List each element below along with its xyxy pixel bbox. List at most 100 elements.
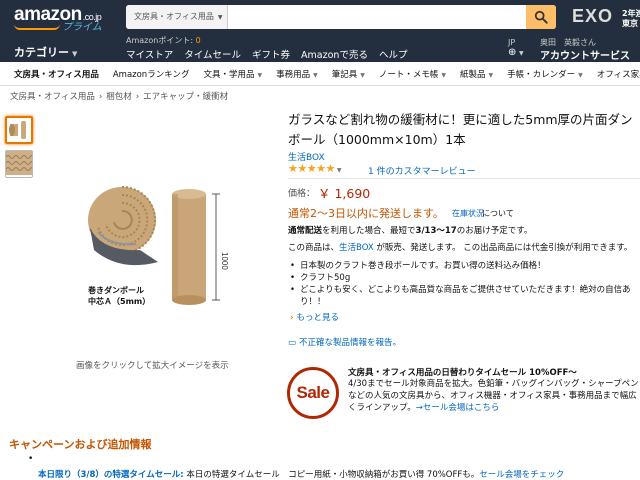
sale-description: 4/30までセール対象商品を拡大。色鉛筆・バッグインバッグ・シャープペンなどの人…	[348, 378, 640, 414]
subnav-label: 文具・学用品	[203, 69, 255, 80]
campaign-link[interactable]: セール会場をチェック	[479, 470, 564, 480]
campaign-heading: キャンペーンおよび追加情報	[9, 438, 152, 451]
breadcrumb: 文房具・オフィス用品 › 梱包材 › エアキャップ・緩衝材	[10, 90, 228, 102]
promo-line-2: 東京ドー	[622, 19, 640, 28]
sold-by-text: この商品は、	[288, 243, 340, 253]
nav-link-help[interactable]: ヘルプ	[379, 47, 408, 61]
account-services-label: アカウントサービス	[540, 51, 630, 62]
sold-by-text: が販売、発送します。 この出品商品には代金引換が利用できます。	[373, 243, 633, 253]
points-display[interactable]: Amazonポイント: 0	[126, 35, 201, 46]
chevron-down-icon: ▼	[336, 167, 342, 174]
delivery-estimate: 通常配送を利用した場合、最短で3/13～17のお届け予定です。	[288, 224, 532, 236]
chevron-down-icon: ▼	[519, 50, 524, 57]
price-label: 価格：	[288, 189, 316, 199]
image-caption: 巻きダンボール 中芯Ａ（5mm）	[88, 285, 150, 307]
search-category-label: 文房具・オフィス用品	[134, 12, 214, 21]
delivery-dates: 3/13～17	[415, 226, 457, 236]
subnav-label: 筆記具	[331, 69, 358, 80]
search-input[interactable]	[228, 5, 526, 29]
availability-status: 通常2～3日以内に発送します。	[288, 207, 444, 220]
category-menu-label: カテゴリー	[14, 46, 69, 59]
nav-link-sell[interactable]: Amazonで売る	[301, 47, 368, 61]
chevron-down-icon: ▼	[488, 71, 494, 79]
breadcrumb-item[interactable]: 文房具・オフィス用品	[10, 92, 95, 102]
feature-bullets: 日本製のクラフト巻き段ボールです。お買い得の送料込み価格！ クラフト50g どこ…	[290, 260, 640, 308]
subnav-item-furniture[interactable]: オフィス家具▼	[597, 68, 640, 80]
logo-smile-icon	[14, 24, 60, 30]
delivery-method: 通常配送	[288, 226, 323, 236]
prime-label: プライム	[62, 22, 102, 33]
subnav-label: 手帳・カレンダー	[507, 69, 576, 80]
subnav-item-office[interactable]: 事務用品 ▼	[276, 68, 318, 80]
subnav-item-planners[interactable]: 手帳・カレンダー ▼	[507, 68, 583, 80]
product-thumbnail[interactable]	[5, 150, 35, 178]
product-title: ガラスなど割れ物の緩衝材に！更に適した5mm厚の片面ダンボール（1000mm×1…	[288, 112, 633, 147]
breadcrumb-separator: ›	[135, 92, 140, 102]
subnav-label: 事務用品	[276, 69, 311, 80]
chevron-right-icon: ›	[290, 313, 294, 323]
promo-banner[interactable]: EXO 2年連続 東京ドー	[572, 4, 640, 32]
availability-tail: について	[482, 209, 514, 218]
points-value: 0	[195, 36, 201, 45]
image-zoom-hint: 画像をクリックして拡大イメージを表示	[76, 361, 229, 371]
image-caption-line: 中芯Ａ（5mm）	[88, 297, 151, 306]
chevron-down-icon: ▼	[72, 50, 78, 58]
subnav-item-notebooks[interactable]: ノート・メモ帳 ▼	[379, 68, 446, 80]
sale-badge-text: Sale	[296, 383, 330, 402]
price-value: ￥ 1,690	[318, 186, 371, 201]
feature-bullet: クラフト50g	[290, 272, 640, 284]
review-count-link[interactable]: 1 件のカスタマーレビュー	[368, 164, 476, 177]
subnav-item-paper[interactable]: 紙製品 ▼	[460, 68, 493, 80]
subnav-label: オフィス家具	[596, 69, 640, 80]
subnav-label: 紙製品	[460, 69, 486, 80]
chevron-down-icon: ▼	[360, 71, 365, 79]
promo-logo: EXO	[572, 6, 614, 26]
seller-link[interactable]: 生活BOX	[339, 243, 374, 253]
roll-thumbnail-image	[9, 121, 26, 139]
campaign-text: 本日の特選タイムセール コピー用紙・小物収納箱がお買い得 70%OFFも。	[183, 470, 480, 480]
category-subnav: 文房具・オフィス用品 Amazonランキング 文具・学用品 ▼ 事務用品 ▼ 筆記具…	[0, 62, 640, 86]
category-menu-button[interactable]: カテゴリー ▼	[14, 44, 77, 60]
report-link[interactable]: ▭ 不正確な製品情報を報告。	[288, 336, 401, 348]
search-bar: 文房具・オフィス用品 ▼	[126, 5, 556, 29]
stock-status-link[interactable]: 在庫状況	[452, 208, 484, 219]
feature-bullet: 日本製のクラフト巻き段ボールです。お買い得の送料込み価格！	[290, 260, 640, 272]
product-thumbnail[interactable]	[5, 116, 33, 144]
subnav-item-pens[interactable]: 筆記具 ▼	[332, 68, 365, 80]
rating-stars[interactable]: ★★★★★ ▼	[288, 162, 341, 175]
nav-link-mystore[interactable]: マイストア	[126, 47, 173, 61]
nav-link-timesale[interactable]: タイムセール	[184, 47, 241, 61]
image-caption-line: 巻きダンボール	[88, 286, 144, 295]
delivery-text: を利用した場合、最短で	[322, 226, 416, 236]
report-label: 不正確な製品情報を報告。	[299, 338, 402, 348]
campaign-highlight[interactable]: 本日限り（3/8）の特選タイムセール:	[38, 470, 184, 480]
corrugated-thumbnail-image	[5, 151, 35, 175]
subnav-item-stationery[interactable]: 文房具・オフィス用品	[14, 68, 99, 80]
header-nav: マイストア タイムセール ギフト券 Amazonで売る ヘルプ	[126, 47, 407, 61]
divider	[288, 178, 640, 179]
search-category-dropdown[interactable]: 文房具・オフィス用品 ▼	[126, 5, 228, 29]
search-button[interactable]	[526, 5, 556, 29]
dimension-label: 1000	[220, 252, 229, 270]
sale-badge-icon[interactable]: Sale	[287, 367, 339, 419]
chevron-down-icon: ▼	[313, 71, 318, 79]
subnav-item-school[interactable]: 文具・学用品 ▼	[203, 68, 262, 80]
chevron-down-icon: ▼	[257, 71, 263, 79]
breadcrumb-item[interactable]: 梱包材	[106, 92, 132, 102]
star-icons: ★★★★★	[288, 162, 335, 175]
subnav-label: ノート・メモ帳	[378, 69, 439, 80]
delivery-text: のお届け予定です。	[456, 226, 533, 236]
see-more-label: もっと見る	[296, 313, 340, 323]
comment-icon: ▭	[288, 338, 297, 348]
sale-title[interactable]: 文房具・オフィス用品の日替わりタイムセール 10%OFF～	[348, 366, 577, 378]
see-more-link[interactable]: › もっと見る	[290, 311, 339, 323]
language-selector[interactable]: JP ⊕ ▼	[508, 38, 524, 58]
breadcrumb-item[interactable]: エアキャップ・緩衝材	[143, 92, 228, 102]
nav-link-giftcard[interactable]: ギフト券	[252, 47, 290, 61]
sale-link[interactable]: →セール会場はこちら	[416, 403, 500, 413]
breadcrumb-separator: ›	[98, 92, 103, 102]
chevron-down-icon: ▼	[217, 14, 223, 21]
points-label: Amazonポイント:	[126, 36, 194, 45]
subnav-item-ranking[interactable]: Amazonランキング	[113, 68, 190, 80]
language-label: JP	[508, 38, 516, 47]
